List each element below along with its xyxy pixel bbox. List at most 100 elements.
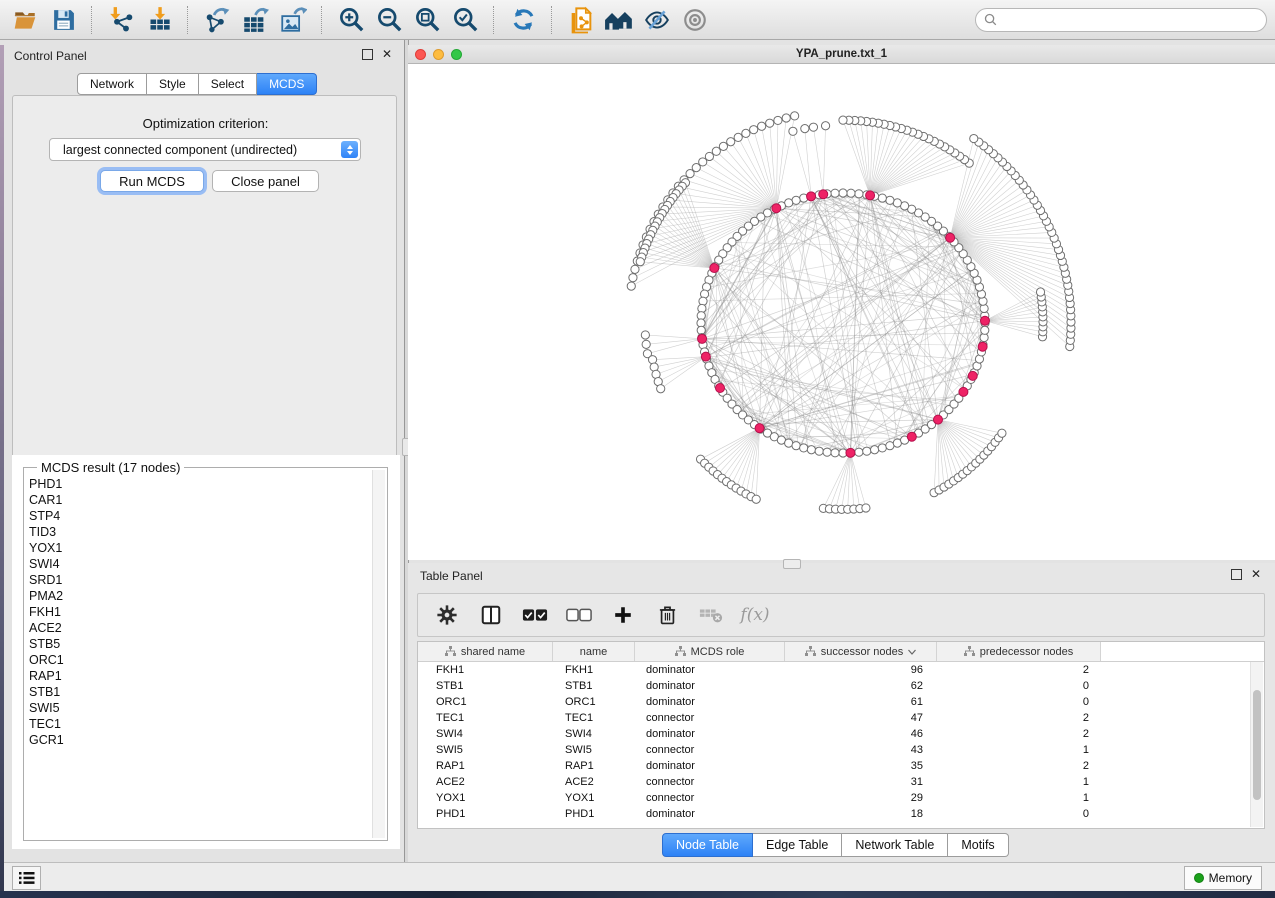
export-table-button[interactable] xyxy=(238,4,272,36)
import-network-button[interactable] xyxy=(104,4,138,36)
cell-predecessor-nodes: 2 xyxy=(937,712,1101,724)
cell-successor-nodes: 47 xyxy=(785,712,937,724)
import-table-icon xyxy=(146,6,173,33)
result-node[interactable]: SRD1 xyxy=(26,572,371,588)
tab-select[interactable]: Select xyxy=(199,73,257,95)
result-node[interactable]: SWI4 xyxy=(26,556,371,572)
houses-button[interactable] xyxy=(602,4,636,36)
result-node[interactable]: TID3 xyxy=(26,524,371,540)
column-header-predecessor-nodes[interactable]: predecessor nodes xyxy=(937,642,1101,661)
cell-MCDS-role: dominator xyxy=(635,808,785,820)
show-eye-button[interactable] xyxy=(678,4,712,36)
network-from-document-button[interactable] xyxy=(564,4,598,36)
cell-predecessor-nodes: 2 xyxy=(937,664,1101,676)
column-header-successor-nodes[interactable]: successor nodes xyxy=(785,642,937,661)
desktop-bottom-strip xyxy=(0,891,1275,898)
result-node[interactable]: ACE2 xyxy=(26,620,371,636)
save-session-button[interactable] xyxy=(46,4,80,36)
tab-network[interactable]: Network xyxy=(77,73,147,95)
close-panel-button[interactable]: Close panel xyxy=(212,170,319,192)
column-header-shared-name[interactable]: shared name xyxy=(418,642,553,661)
table-row[interactable]: YOX1YOX1connector291 xyxy=(418,790,1264,806)
mcds-result-area: MCDS result (17 nodes) PHD1CAR1STP4TID3Y… xyxy=(12,455,400,849)
memory-button[interactable]: Memory xyxy=(1184,866,1262,890)
column-header-name[interactable]: name xyxy=(553,642,635,661)
table-scrollbar-thumb[interactable] xyxy=(1253,690,1261,800)
result-node[interactable]: FKH1 xyxy=(26,604,371,620)
attribute-tree-icon xyxy=(445,646,456,657)
result-node[interactable]: GCR1 xyxy=(26,732,371,748)
deselect-all-checkboxes-icon[interactable] xyxy=(564,600,594,630)
run-mcds-button[interactable]: Run MCDS xyxy=(100,170,204,192)
add-column-icon[interactable] xyxy=(608,600,638,630)
table-tabs: Node TableEdge TableNetwork TableMotifs xyxy=(662,833,1009,857)
result-node[interactable]: SWI5 xyxy=(26,700,371,716)
mcds-result-list[interactable]: PHD1CAR1STP4TID3YOX1SWI4SRD1PMA2FKH1ACE2… xyxy=(26,476,371,838)
result-node[interactable]: CAR1 xyxy=(26,492,371,508)
delete-column-icon[interactable] xyxy=(652,600,682,630)
columns-icon[interactable] xyxy=(476,600,506,630)
cell-predecessor-nodes: 0 xyxy=(937,808,1101,820)
result-node[interactable]: YOX1 xyxy=(26,540,371,556)
cell-predecessor-nodes: 2 xyxy=(937,728,1101,740)
zoom-out-button[interactable] xyxy=(372,4,406,36)
tab-motifs[interactable]: Motifs xyxy=(948,833,1008,857)
tab-node-table[interactable]: Node Table xyxy=(662,833,753,857)
result-node[interactable]: STB1 xyxy=(26,684,371,700)
export-image-button[interactable] xyxy=(276,4,310,36)
result-node[interactable]: STB5 xyxy=(26,636,371,652)
search-field[interactable] xyxy=(975,8,1267,32)
table-scrollbar[interactable] xyxy=(1250,662,1263,827)
tab-mcds[interactable]: MCDS xyxy=(257,73,317,95)
hide-eye-button[interactable] xyxy=(640,4,674,36)
tab-style[interactable]: Style xyxy=(147,73,199,95)
control-panel-dock-icons: ✕ xyxy=(362,49,392,60)
result-node[interactable]: STP4 xyxy=(26,508,371,524)
table-row[interactable]: ORC1ORC1dominator610 xyxy=(418,694,1264,710)
network-canvas[interactable] xyxy=(408,64,1275,560)
table-row[interactable]: SWI5SWI5connector431 xyxy=(418,742,1264,758)
result-node[interactable]: TEC1 xyxy=(26,716,371,732)
horizontal-splitter-handle[interactable] xyxy=(783,559,801,569)
control-panel-tabs: NetworkStyleSelectMCDS xyxy=(77,73,317,95)
cell-name: FKH1 xyxy=(553,664,635,676)
node-table[interactable]: shared namenameMCDS rolesuccessor nodesp… xyxy=(417,641,1265,829)
table-row[interactable]: TEC1TEC1connector472 xyxy=(418,710,1264,726)
refresh-button[interactable] xyxy=(506,4,540,36)
table-body: FKH1FKH1dominator962STB1STB1dominator620… xyxy=(418,662,1264,822)
open-file-button[interactable] xyxy=(8,4,42,36)
table-row[interactable]: ACE2ACE2connector311 xyxy=(418,774,1264,790)
dropdown-stepper-icon xyxy=(341,141,358,158)
search-input[interactable] xyxy=(1002,12,1258,28)
column-header-MCDS-role[interactable]: MCDS role xyxy=(635,642,785,661)
table-row[interactable]: SWI4SWI4dominator462 xyxy=(418,726,1264,742)
zoom-in-button[interactable] xyxy=(334,4,368,36)
zoom-selected-button[interactable] xyxy=(448,4,482,36)
table-row[interactable]: FKH1FKH1dominator962 xyxy=(418,662,1264,678)
export-network-button[interactable] xyxy=(200,4,234,36)
criterion-dropdown[interactable]: largest connected component (undirected) xyxy=(49,138,361,161)
settings-gear-icon[interactable] xyxy=(432,600,462,630)
table-row[interactable]: PHD1PHD1dominator180 xyxy=(418,806,1264,822)
toolbar-separator xyxy=(187,6,189,34)
float-window-icon[interactable] xyxy=(1231,569,1242,580)
cell-name: PHD1 xyxy=(553,808,635,820)
zoom-fit-button[interactable] xyxy=(410,4,444,36)
close-panel-icon[interactable]: ✕ xyxy=(382,50,392,59)
result-scrollbar[interactable] xyxy=(372,470,385,838)
float-window-icon[interactable] xyxy=(362,49,373,60)
import-table-button[interactable] xyxy=(142,4,176,36)
table-row[interactable]: STB1STB1dominator620 xyxy=(418,678,1264,694)
table-toolbar: f(x) xyxy=(417,593,1265,637)
cell-predecessor-nodes: 0 xyxy=(937,696,1101,708)
result-node[interactable]: PHD1 xyxy=(26,476,371,492)
close-panel-icon[interactable]: ✕ xyxy=(1251,570,1261,579)
tab-edge-table[interactable]: Edge Table xyxy=(753,833,842,857)
table-row[interactable]: RAP1RAP1dominator352 xyxy=(418,758,1264,774)
tab-network-table[interactable]: Network Table xyxy=(842,833,948,857)
result-node[interactable]: RAP1 xyxy=(26,668,371,684)
result-node[interactable]: PMA2 xyxy=(26,588,371,604)
log-console-button[interactable] xyxy=(12,866,41,890)
result-node[interactable]: ORC1 xyxy=(26,652,371,668)
select-all-checkboxes-icon[interactable] xyxy=(520,600,550,630)
